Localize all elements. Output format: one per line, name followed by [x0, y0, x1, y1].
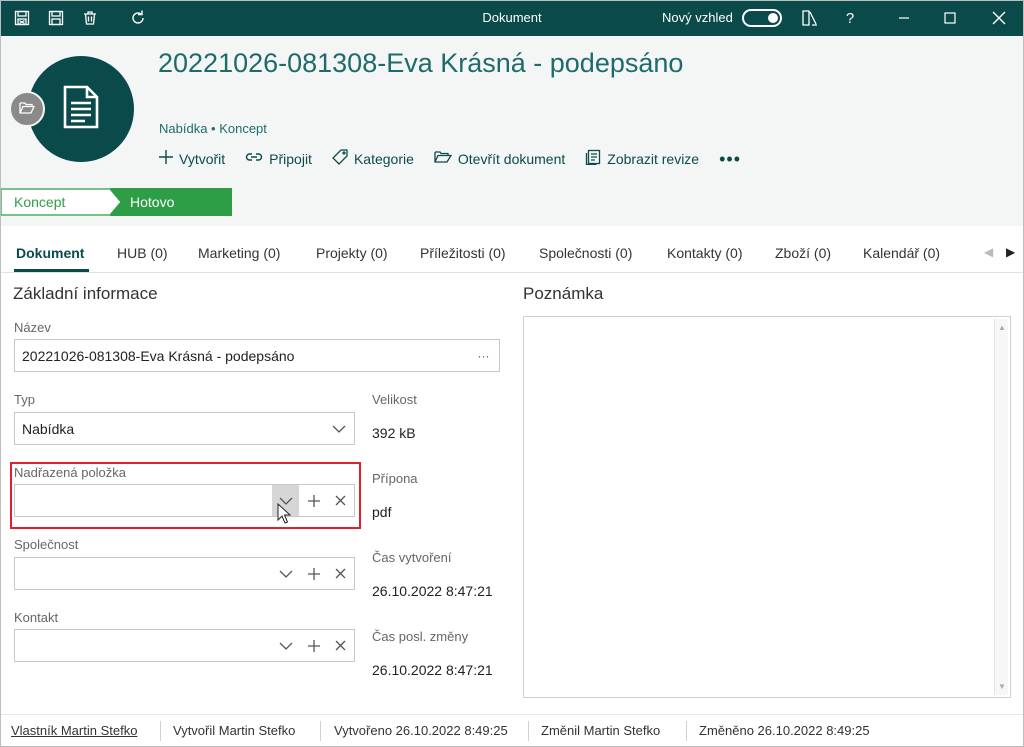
add-icon[interactable]: [300, 558, 327, 589]
new-look-label: Nový vzhled: [662, 10, 733, 25]
title-bar: Dokument Nový vzhled ?: [0, 0, 1024, 36]
basic-info-heading: Základní informace: [13, 284, 158, 303]
show-revisions-label: Zobrazit revize: [607, 151, 700, 167]
footer-divider: [160, 721, 161, 741]
size-value: 392 kB: [372, 425, 416, 441]
tab-document[interactable]: Dokument: [16, 245, 84, 261]
document-icon: [62, 85, 100, 134]
extension-label: Přípona: [372, 471, 418, 486]
stage-done[interactable]: Hotovo: [110, 188, 232, 216]
stage-concept[interactable]: Koncept: [0, 188, 122, 216]
notes-heading: Poznámka: [523, 284, 604, 303]
create-button[interactable]: Vytvořit: [159, 149, 226, 169]
notes-textarea[interactable]: ▲ ▼: [523, 316, 1011, 698]
tab-calendar[interactable]: Kalendář (0): [863, 245, 940, 261]
open-document-label: Otevřít dokument: [457, 151, 566, 167]
minimize-button[interactable]: [892, 6, 916, 30]
footer-divider: [686, 721, 687, 741]
chevron-down-icon[interactable]: [272, 558, 299, 589]
maximize-button[interactable]: [938, 6, 962, 30]
tab-hub[interactable]: HUB (0): [117, 245, 168, 261]
folder-open-icon: [434, 150, 453, 169]
chevron-down-icon[interactable]: [272, 630, 299, 661]
stage-done-label: Hotovo: [130, 194, 175, 210]
name-label: Název: [14, 320, 51, 335]
tag-icon: [332, 148, 348, 170]
name-value: 20221026-081308-Eva Krásná - podepsáno: [22, 348, 295, 364]
footer-divider: [320, 721, 321, 741]
created-at: Vytvořeno 26.10.2022 8:49:25: [334, 723, 508, 738]
help-button[interactable]: ?: [840, 8, 860, 28]
action-bar: Vytvořit Připojit Kategorie Otevřít doku…: [159, 148, 741, 170]
modified-by: Změnil Martin Stefko: [541, 723, 661, 738]
company-label: Společnost: [14, 537, 79, 552]
name-more-icon[interactable]: ···: [470, 340, 497, 371]
save-icon[interactable]: [46, 8, 66, 28]
window-title: Dokument: [482, 10, 542, 25]
toggle-knob: [768, 13, 778, 23]
delete-icon[interactable]: [80, 8, 100, 28]
more-actions-button[interactable]: •••: [719, 149, 741, 170]
stage-concept-label: Koncept: [14, 194, 66, 210]
highlight-box: [10, 462, 361, 529]
notes-app-icon[interactable]: [800, 8, 820, 28]
modified-at: Změněno 26.10.2022 8:49:25: [699, 723, 870, 738]
tab-marketing[interactable]: Marketing (0): [198, 245, 280, 261]
revisions-icon: [585, 149, 601, 170]
created-time-value: 26.10.2022 8:47:21: [372, 583, 493, 599]
tab-projects[interactable]: Projekty (0): [316, 245, 388, 261]
category-button[interactable]: Kategorie: [332, 148, 414, 170]
save-close-icon[interactable]: [12, 8, 32, 28]
created-by: Vytvořil Martin Stefko: [173, 723, 296, 738]
extension-value: pdf: [372, 504, 392, 520]
clear-icon[interactable]: [327, 630, 354, 661]
tabs-scroll-left-icon[interactable]: ◀: [984, 245, 993, 259]
contact-field[interactable]: [14, 629, 355, 662]
open-document-button[interactable]: Otevřít dokument: [434, 150, 565, 169]
company-field[interactable]: [14, 557, 355, 590]
tab-opportunities[interactable]: Příležitosti (0): [420, 245, 506, 261]
size-label: Velikost: [372, 392, 417, 407]
type-value: Nabídka: [22, 421, 75, 437]
tab-goods[interactable]: Zboží (0): [775, 245, 831, 261]
folder-badge[interactable]: [9, 91, 45, 127]
tab-active-indicator: [14, 269, 89, 272]
create-label: Vytvořit: [179, 151, 226, 167]
close-button[interactable]: [987, 6, 1011, 30]
tab-bar: Dokument HUB (0) Marketing (0) Projekty …: [0, 237, 1024, 273]
add-icon[interactable]: [300, 630, 327, 661]
record-title: 20221026-081308-Eva Krásná - podepsáno: [158, 48, 684, 78]
modified-time-label: Čas posl. změny: [372, 629, 469, 644]
refresh-icon[interactable]: [128, 8, 148, 28]
footer-divider: [528, 721, 529, 741]
link-icon: [245, 150, 263, 168]
owner-link[interactable]: Vlastník Martin Stefko: [11, 723, 137, 738]
plus-icon: [159, 149, 173, 169]
new-look-toggle[interactable]: [742, 9, 782, 27]
mouse-cursor-icon: [277, 502, 292, 530]
folder-open-icon: [19, 101, 36, 118]
created-time-label: Čas vytvoření: [372, 550, 452, 565]
type-label: Typ: [14, 392, 35, 407]
contact-label: Kontakt: [14, 610, 59, 625]
tab-companies[interactable]: Společnosti (0): [539, 245, 632, 261]
record-subtitle: Nabídka • Koncept: [159, 121, 267, 136]
show-revisions-button[interactable]: Zobrazit revize: [585, 149, 699, 170]
scroll-down-icon[interactable]: ▼: [995, 682, 1009, 691]
chevron-down-icon[interactable]: [325, 413, 352, 444]
type-select[interactable]: Nabídka: [14, 412, 355, 445]
scroll-up-icon[interactable]: ▲: [995, 323, 1009, 332]
attach-button[interactable]: Připojit: [245, 150, 312, 168]
tabs-scroll-right-icon[interactable]: ▶: [1006, 245, 1015, 259]
attach-label: Připojit: [269, 151, 312, 167]
record-footer: Vlastník Martin Stefko Vytvořil Martin S…: [0, 714, 1024, 747]
clear-icon[interactable]: [327, 558, 354, 589]
modified-time-value: 26.10.2022 8:47:21: [372, 662, 493, 678]
name-field[interactable]: 20221026-081308-Eva Krásná - podepsáno ·…: [14, 339, 500, 372]
category-label: Kategorie: [353, 151, 414, 167]
tab-contacts[interactable]: Kontakty (0): [667, 245, 742, 261]
notes-scrollbar[interactable]: ▲ ▼: [994, 319, 1008, 695]
